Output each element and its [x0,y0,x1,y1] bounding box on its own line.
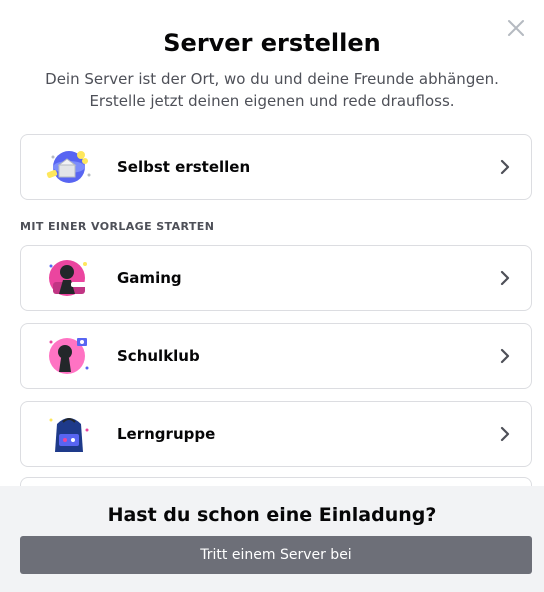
invite-question: Hast du schon eine Einladung? [107,504,437,526]
chevron-right-icon [500,270,510,286]
modal-header: Server erstellen Dein Server ist der Ort… [0,0,544,112]
template-option-gaming[interactable]: Gaming [20,245,532,311]
modal-footer: Hast du schon eine Einladung? Tritt eine… [0,486,544,592]
create-own-option[interactable]: Selbst erstellen [20,134,532,200]
modal-title: Server erstellen [163,29,381,57]
globe-build-icon [41,143,97,191]
template-label-gaming: Gaming [117,269,182,287]
create-server-modal: Server erstellen Dein Server ist der Ort… [0,0,544,592]
template-option-school-club[interactable]: Schulklub [20,323,532,389]
template-section-label: MIT EINER VORLAGE STARTEN [20,220,215,233]
template-label-study-group: Lerngruppe [117,425,216,443]
gaming-icon [41,254,97,302]
join-server-button[interactable]: Tritt einem Server bei [20,536,532,574]
template-option-study-group[interactable]: Lerngruppe [20,401,532,467]
subtitle-line-2: Erstelle jetzt deinen eigenen und rede d… [89,92,455,110]
chevron-right-icon [500,426,510,442]
close-icon[interactable] [504,16,528,40]
create-own-label: Selbst erstellen [117,158,251,176]
school-club-icon [41,332,97,380]
template-label-school-club: Schulklub [117,347,200,365]
chevron-right-icon [500,159,510,175]
chevron-right-icon [500,348,510,364]
server-options: Selbst erstellen MIT EINER VORLAGE START… [20,134,532,498]
subtitle-line-1: Dein Server ist der Ort, wo du und deine… [45,70,499,88]
modal-subtitle: Dein Server ist der Ort, wo du und deine… [16,68,528,112]
backpack-icon [41,410,97,458]
